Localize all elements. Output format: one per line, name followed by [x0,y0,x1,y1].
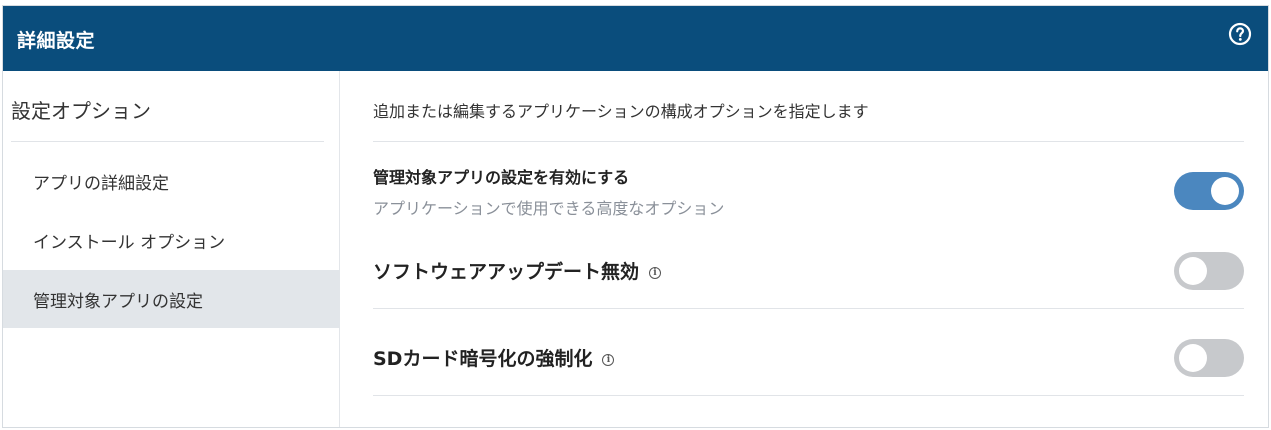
sidebar-heading: 設定オプション [11,99,151,123]
option-title-managed-settings: 管理対象アプリの設定を有効にする [373,168,630,187]
option-title-text: ソフトウェアアップデート無効 [373,261,640,283]
managed-settings-toggle[interactable] [1174,172,1244,210]
settings-panel: 詳細設定 設定オプション アプリの詳細設定 インストール オプション 管理対象ア… [2,5,1269,428]
divider [373,141,1244,142]
question-circle-icon[interactable] [1228,22,1252,46]
divider [373,395,1244,396]
page-title: 詳細設定 [17,30,96,52]
option-title-sd-encryption: SDカード暗号化の強制化 i [373,344,615,371]
sidebar-item-label: 管理対象アプリの設定 [33,291,203,312]
sidebar-item-install-options[interactable]: インストール オプション [3,211,340,269]
sidebar-item-label: アプリの詳細設定 [33,173,169,194]
divider [373,308,1244,309]
option-title-text: SDカード暗号化の強制化 [373,348,593,370]
option-title-software-update: ソフトウェアアップデート無効 i [373,257,662,284]
info-icon[interactable]: i [602,353,615,366]
sidebar: 設定オプション アプリの詳細設定 インストール オプション 管理対象アプリの設定 [3,71,340,427]
description-text: 追加または編集するアプリケーションの構成オプションを指定します [373,102,869,121]
sidebar-item-managed-app-settings[interactable]: 管理対象アプリの設定 [3,270,340,328]
sd-encryption-toggle[interactable] [1174,339,1244,377]
toggle-knob [1179,344,1207,372]
software-update-toggle[interactable] [1174,252,1244,290]
info-icon[interactable]: i [649,266,662,279]
option-subtitle-managed-settings: アプリケーションで使用できる高度なオプション [373,199,725,218]
header-bar: 詳細設定 [3,6,1268,71]
main-content: 追加または編集するアプリケーションの構成オプションを指定します 管理対象アプリの… [341,71,1268,427]
toggle-knob [1179,257,1207,285]
toggle-knob [1211,177,1239,205]
sidebar-divider [11,141,324,142]
sidebar-item-app-details[interactable]: アプリの詳細設定 [3,152,340,210]
sidebar-item-label: インストール オプション [33,232,226,253]
